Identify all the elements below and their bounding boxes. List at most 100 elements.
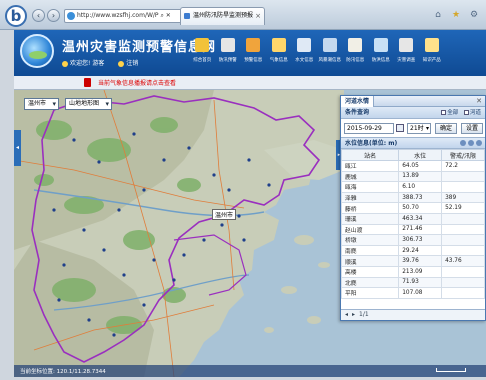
map-statusbar: 当前坐标位置: 120.1/11.28.7344 [14, 365, 486, 377]
prev-page-button[interactable]: ◂ [345, 311, 348, 318]
table-cell: 389 [441, 191, 485, 204]
column-header[interactable]: 水位 [398, 149, 443, 161]
tab-title: 温州防汛防旱监测预报 [193, 12, 254, 19]
table-row[interactable]: 南麂 29.24 [340, 244, 485, 257]
query-button[interactable]: 确定 [435, 123, 458, 134]
toolbar-item[interactable]: 预警信息 [241, 32, 266, 72]
pager: ◂ ▸ 1/1 [345, 311, 369, 318]
toolbar-icon [424, 38, 439, 52]
water-level-panel: 河道水情 ✕ 条件查询 全部 河道 2015-09-29 21时 确定 设置 水… [340, 95, 486, 321]
region-select[interactable]: 温州市 [24, 98, 60, 110]
app-logo-icon [20, 34, 54, 68]
hour-select[interactable]: 21时 [407, 123, 431, 134]
table-cell: 107.08 [398, 287, 443, 299]
table-row[interactable]: 泽雅 388.73 389 [340, 191, 485, 204]
table-row[interactable]: 藤桥 50.70 52.19 [340, 202, 485, 214]
browser-logo-icon: b [5, 5, 27, 27]
toolbar-icon [297, 38, 312, 52]
export-icon[interactable] [468, 140, 474, 146]
tab-river-water[interactable]: 河道水情 [341, 96, 375, 107]
calendar-icon[interactable] [396, 124, 404, 132]
city-label[interactable]: 温州市 [212, 209, 237, 220]
toolbar-item[interactable]: 防汛信息 [343, 32, 368, 72]
toolbar-item[interactable]: 知识产品 [420, 32, 445, 72]
table-row[interactable]: 顺溪 39.76 43.76 [340, 255, 485, 267]
app-header: 温州灾害监测预警信息网 欢迎您! 游客 注销 综合首页 防汛预警 预警信息 气象信息水… [14, 30, 486, 76]
window-controls: ⌂ ★ ⚙ [432, 10, 480, 20]
toolbar-label: 风暴潮信息 [318, 58, 342, 63]
toolbar-label: 防汛信息 [346, 58, 365, 63]
map-controls: 温州市 山地地形图 [24, 98, 113, 110]
toolbar-item[interactable]: 灾害调查 [394, 32, 419, 72]
option-river-checkbox[interactable] [463, 110, 469, 115]
table-cell: 213.09 [398, 265, 443, 278]
filter-row: 2015-09-29 21时 确定 设置 [341, 119, 485, 137]
back-button[interactable]: ‹ [32, 9, 45, 22]
refresh-icon[interactable] [460, 140, 466, 146]
table-cell [441, 212, 485, 225]
next-page-button[interactable]: ▸ [352, 311, 355, 318]
table-cell: 瓯江 [340, 160, 400, 172]
toolbar-label: 灾害调查 [397, 58, 416, 63]
option-all-checkbox[interactable] [441, 110, 447, 115]
table-cell: 463.34 [398, 212, 443, 225]
toolbar-label: 防洪信息 [371, 58, 390, 63]
column-header[interactable]: 站名 [340, 149, 400, 161]
table-cell: 高楼 [340, 265, 400, 278]
settings-button[interactable]: 设置 [461, 123, 484, 134]
favorites-icon[interactable]: ★ [450, 10, 462, 20]
toolbar-item[interactable]: 防汛预警 [216, 32, 241, 72]
toolbar-item[interactable]: 气象信息 [267, 32, 292, 72]
page-favicon-icon [67, 12, 75, 20]
toolbar-item[interactable]: 水文信息 [292, 32, 317, 72]
settings-icon[interactable]: ⚙ [468, 10, 480, 20]
tab-close-icon[interactable]: × [255, 8, 261, 24]
toolbar-item[interactable]: 综合首页 [190, 32, 215, 72]
table-cell: 50.70 [398, 202, 443, 214]
table-row[interactable]: 平阳 107.08 [340, 287, 485, 299]
left-collapse-tab[interactable]: ◂ [14, 130, 21, 166]
table-row[interactable]: 赵山渡 271.46 [340, 223, 485, 236]
panel-footer: ◂ ▸ 1/1 [341, 309, 485, 320]
table-row[interactable]: 桥墩 306.73 [340, 234, 485, 246]
address-text: http://www.wzsfhj.com/W/P ⌕ ✕ [77, 12, 171, 19]
logout-link[interactable]: 注销 [118, 60, 138, 67]
toolbar-label: 防汛预警 [218, 58, 237, 63]
home-icon[interactable]: ⌂ [432, 10, 444, 20]
layer-select[interactable]: 山地地形图 [65, 98, 113, 110]
table-cell: 29.24 [398, 244, 443, 257]
panel-close-icon[interactable]: ✕ [476, 97, 482, 105]
toolbar-item[interactable]: 防洪信息 [369, 32, 394, 72]
forward-button[interactable]: › [47, 9, 60, 22]
table-cell [441, 287, 485, 299]
table-cell: 52.19 [441, 202, 485, 214]
alert-link[interactable]: 当前气象信息播报请点击查看 [98, 78, 176, 87]
user-label: 欢迎您! 游客 [62, 60, 104, 67]
table-row[interactable]: 鹿城 13.89 [340, 170, 485, 183]
table-row[interactable]: 瓯海 6.10 [340, 181, 485, 193]
table-row[interactable]: 珊溪 463.34 [340, 212, 485, 225]
toolbar-item[interactable]: 风暴潮信息 [318, 32, 343, 72]
table-cell: 388.73 [398, 191, 443, 204]
table-row[interactable]: 瓯江 64.05 72.2 [340, 160, 485, 172]
table-cell: 南麂 [340, 244, 400, 257]
browser-titlebar: b ‹ › http://www.wzsfhj.com/W/P ⌕ ✕ 温州防汛… [0, 0, 486, 30]
column-header[interactable]: 警戒/汛限 [441, 149, 485, 161]
table-cell: 藤桥 [340, 202, 400, 214]
toolbar-label: 知识产品 [422, 58, 441, 63]
date-input[interactable]: 2015-09-29 [344, 123, 394, 134]
table-cell: 赵山渡 [340, 223, 400, 236]
print-icon[interactable] [476, 140, 482, 146]
table-row[interactable]: 高楼 213.09 [340, 265, 485, 278]
alert-bar: 当前气象信息播报请点击查看 [14, 76, 486, 90]
browser-tab[interactable]: 温州防汛防旱监测预报 × [180, 7, 265, 25]
toolbar-icon [220, 38, 235, 52]
table-cell [441, 244, 485, 257]
toolbar-label: 预警信息 [244, 58, 263, 63]
table-row[interactable]: 北麂 71.93 [340, 276, 485, 289]
query-section-title: 条件查询 [345, 109, 370, 116]
query-section-header: 条件查询 全部 河道 [341, 107, 485, 119]
address-bar[interactable]: http://www.wzsfhj.com/W/P ⌕ ✕ [64, 9, 184, 23]
table-cell: 6.10 [398, 181, 443, 193]
coordinate-readout: 当前坐标位置: 120.1/11.28.7344 [20, 369, 106, 375]
